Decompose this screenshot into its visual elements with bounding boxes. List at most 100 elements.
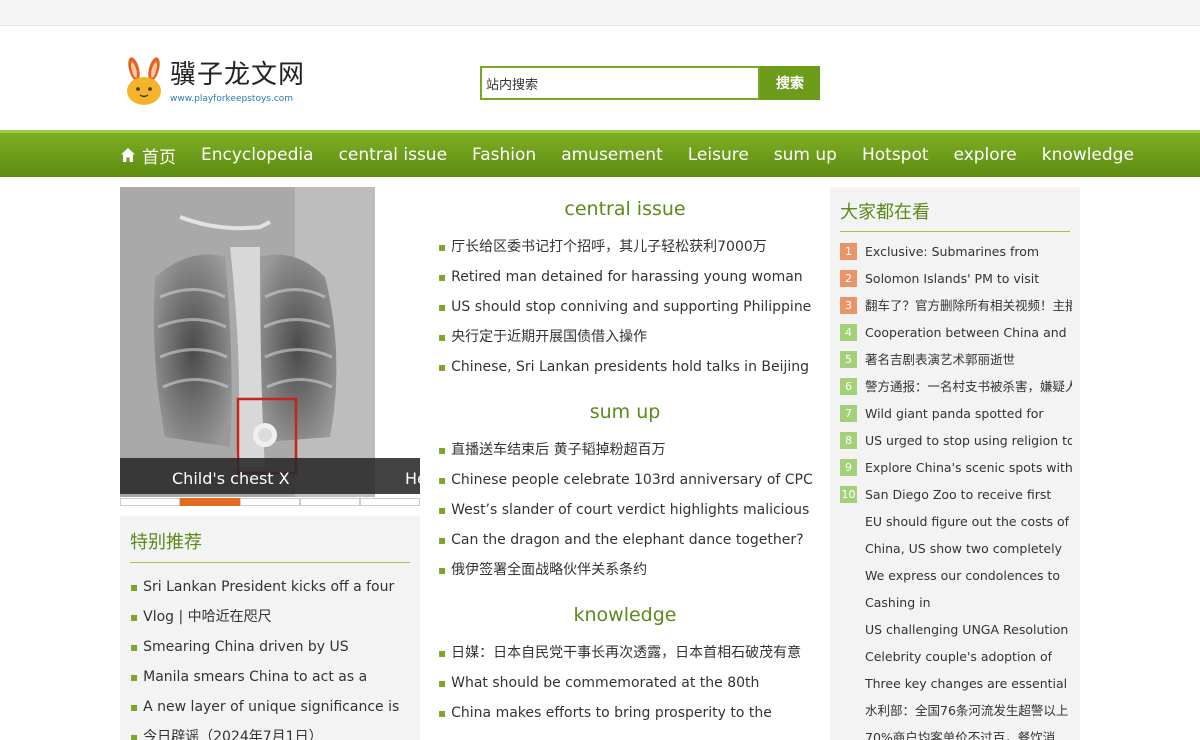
- news-item[interactable]: ▪ 直播送车结束后 黄子韬掉粉超百万: [438, 435, 812, 465]
- list-item[interactable]: 70%商户均客单价不过百，餐饮消: [840, 724, 1072, 740]
- rabbit-logo-icon: [127, 57, 161, 105]
- news-item[interactable]: ▪ West’s slander of court verdict highlig…: [438, 495, 812, 525]
- rank-badge: 8: [840, 432, 857, 449]
- search-input[interactable]: [480, 66, 760, 100]
- nav-label: 首页: [142, 147, 176, 168]
- news-item[interactable]: ▪ China makes efforts to bring prosperity…: [438, 698, 812, 728]
- bullet-icon: ▪: [438, 646, 447, 660]
- ranked-item-text: 著名吉剧表演艺术郭丽逝世: [865, 352, 1016, 367]
- list-item[interactable]: US challenging UNGA Resolution: [840, 616, 1072, 643]
- nav-item-knowledge[interactable]: knowledge: [1042, 145, 1134, 165]
- rank-badge: 5: [840, 351, 857, 368]
- ranked-item[interactable]: 5 著名吉剧表演艺术郭丽逝世: [840, 346, 1072, 373]
- rank-badge: 10: [840, 486, 857, 503]
- slider-dot[interactable]: [300, 498, 360, 506]
- news-item[interactable]: ▪ What should be commemorated at the 80th: [438, 668, 812, 698]
- nav-item-central-issue[interactable]: central issue: [339, 145, 447, 165]
- main-nav: 首页 Encyclopedia central issue Fashion am…: [0, 130, 1200, 177]
- list-item[interactable]: Celebrity couple's adoption of: [840, 643, 1072, 670]
- list-item-text: 70%商户均客单价不过百，餐饮消: [865, 730, 1056, 740]
- news-list: ▪ 日媒：日本自民党干事长再次透露，日本首相石破茂有意 ▪ What should …: [438, 638, 812, 728]
- site-name: 骥子龙文网: [170, 60, 306, 90]
- list-item-text: EU should figure out the costs of: [865, 514, 1070, 529]
- nav-item-sum-up[interactable]: sum up: [774, 145, 837, 165]
- list-item[interactable]: 水利部：全国76条河流发生超警以上: [840, 697, 1072, 724]
- rank-badge: 3: [840, 297, 857, 314]
- bullet-icon: ▪: [130, 700, 139, 714]
- bullet-icon: ▪: [438, 676, 447, 690]
- news-item[interactable]: ▪ 央行定于近期开展国债借入操作: [438, 322, 812, 352]
- news-item[interactable]: ▪ Retired man detained for harassing youn…: [438, 262, 812, 292]
- rank-badge: 1: [840, 243, 857, 260]
- list-item-text: We express our condolences to: [865, 568, 1061, 583]
- bullet-icon: ▪: [438, 360, 447, 374]
- nav-item-amusement[interactable]: amusement: [561, 145, 663, 165]
- list-item[interactable]: EU should figure out the costs of: [840, 508, 1072, 535]
- slider-dot[interactable]: [120, 498, 180, 506]
- news-item[interactable]: ▪ Chinese, Sri Lankan presidents hold tal…: [438, 352, 812, 382]
- news-sections: central issue ▪ 厅长给区委书记打个招呼，其儿子轻松获利7000万 …: [438, 187, 812, 736]
- chest-xray-image[interactable]: [120, 187, 375, 497]
- slider-dots: [120, 498, 420, 506]
- nav-item-encyclopedia[interactable]: Encyclopedia: [201, 145, 314, 165]
- bullet-icon: ▪: [438, 270, 447, 284]
- list-item-text: 水利部：全国76条河流发生超警以上: [865, 703, 1069, 718]
- search-button[interactable]: 搜索: [760, 66, 820, 100]
- ranked-item[interactable]: 7 Wild giant panda spotted for: [840, 400, 1072, 427]
- slide-caption[interactable]: Child's chest X: [172, 469, 290, 488]
- slider-dot[interactable]: [360, 498, 420, 506]
- nav-item-hotspot[interactable]: Hotspot: [862, 145, 929, 165]
- popular-title: 大家都在看: [840, 202, 930, 223]
- section-title-knowledge[interactable]: knowledge: [438, 593, 812, 638]
- ranked-item[interactable]: 8 US urged to stop using religion to: [840, 427, 1072, 454]
- list-item[interactable]: ▪ Vlog | 中哈近在咫尺: [130, 602, 415, 632]
- section-title-sum-up[interactable]: sum up: [438, 390, 812, 435]
- nav-item-leisure[interactable]: Leisure: [688, 145, 749, 165]
- list-item[interactable]: ▪ 今日辟谣（2024年7月1日）: [130, 722, 415, 740]
- bullet-icon: ▪: [438, 563, 447, 577]
- nav-item-home[interactable]: 首页: [120, 143, 176, 168]
- list-item[interactable]: Cashing in: [840, 589, 1072, 616]
- news-item[interactable]: ▪ 厅长给区委书记打个招呼，其儿子轻松获利7000万: [438, 232, 812, 262]
- list-item[interactable]: China, US show two completely: [840, 535, 1072, 562]
- news-item[interactable]: ▪ Chinese people celebrate 103rd annivers…: [438, 465, 812, 495]
- featured-title: 特别推荐: [130, 532, 202, 553]
- site-logo[interactable]: 骥子龙文网 www.playforkeepstoys.com: [122, 54, 322, 110]
- ranked-item[interactable]: 4 Cooperation between China and: [840, 319, 1072, 346]
- featured-list: ▪ Sri Lankan President kicks off a four ▪…: [130, 572, 415, 740]
- list-item[interactable]: Three key changes are essential: [840, 670, 1072, 697]
- list-item[interactable]: ▪ A new layer of unique significance is: [130, 692, 415, 722]
- news-item[interactable]: ▪ US should stop conniving and supporting…: [438, 292, 812, 322]
- list-item[interactable]: ▪ Manila smears China to act as a: [130, 662, 415, 692]
- list-item[interactable]: ▪ Sri Lankan President kicks off a four: [130, 572, 415, 602]
- bullet-icon: ▪: [130, 610, 139, 624]
- popular-list: 1 Exclusive: Submarines from 2 Solomon Isla…: [840, 238, 1072, 740]
- bullet-icon: ▪: [438, 473, 447, 487]
- list-item[interactable]: We express our condolences to: [840, 562, 1072, 589]
- ranked-item[interactable]: 9 Explore China's scenic spots with: [840, 454, 1072, 481]
- ranked-item[interactable]: 2 Solomon Islands' PM to visit: [840, 265, 1072, 292]
- ranked-item[interactable]: 6 警方通报：一名村支书被杀害，嫌疑人: [840, 373, 1072, 400]
- news-item[interactable]: ▪ Can the dragon and the elephant dance t…: [438, 525, 812, 555]
- list-item[interactable]: ▪ Smearing China driven by US: [130, 632, 415, 662]
- ranked-item[interactable]: 10 San Diego Zoo to receive first: [840, 481, 1072, 508]
- divider: [840, 231, 1070, 232]
- image-slider[interactable]: Child's chest X He: [120, 187, 420, 507]
- ranked-item-text: Cooperation between China and: [865, 325, 1067, 340]
- featured-panel: 特别推荐 ▪ Sri Lankan President kicks off a f…: [120, 516, 420, 740]
- news-item[interactable]: ▪ 日媒：日本自民党干事长再次透露，日本首相石破茂有意: [438, 638, 812, 668]
- search-bar: 搜索: [480, 66, 820, 100]
- site-url: www.playforkeepstoys.com: [170, 94, 294, 104]
- rank-badge: 9: [840, 459, 857, 476]
- news-item[interactable]: ▪ 俄伊签署全面战略伙伴关系条约: [438, 555, 812, 585]
- section-title-central-issue[interactable]: central issue: [438, 187, 812, 232]
- nav-item-fashion[interactable]: Fashion: [472, 145, 536, 165]
- nav-item-explore[interactable]: explore: [954, 145, 1017, 165]
- slider-dot[interactable]: [240, 498, 300, 506]
- divider: [130, 562, 410, 563]
- slider-dot-active[interactable]: [180, 498, 240, 506]
- list-item-text: Cashing in: [865, 595, 931, 610]
- next-slide-caption[interactable]: He: [405, 469, 420, 488]
- ranked-item[interactable]: 3 翻车了？官方删除所有相关视频！主播: [840, 292, 1072, 319]
- ranked-item[interactable]: 1 Exclusive: Submarines from: [840, 238, 1072, 265]
